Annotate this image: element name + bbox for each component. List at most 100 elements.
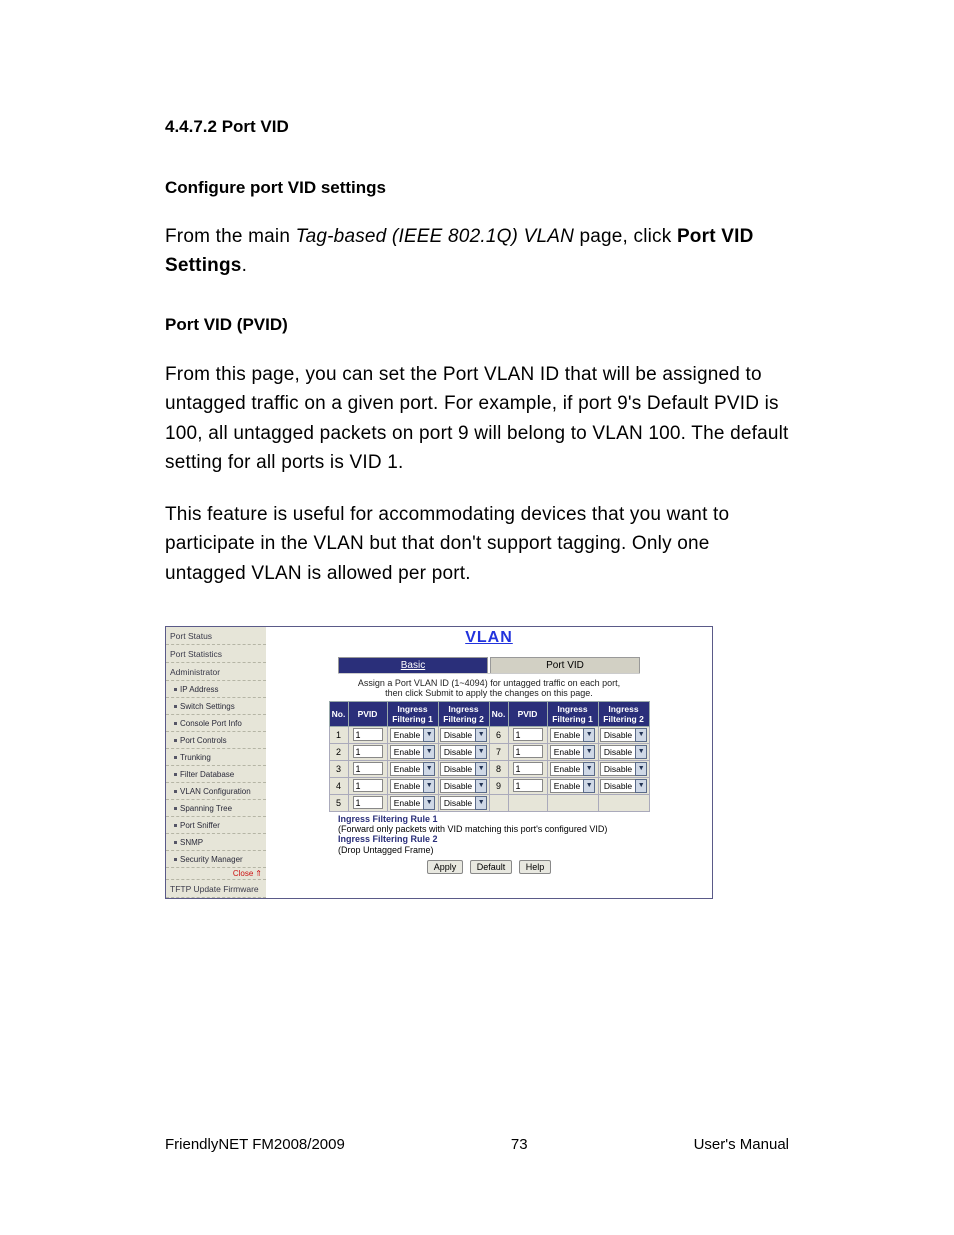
select-value: Disable [600,762,635,776]
tab-port-vid[interactable]: Port VID [490,657,640,673]
sidebar-item-label: Spanning Tree [180,804,232,813]
if1-select[interactable]: Enable▼ [550,745,595,759]
if1-select[interactable]: Enable▼ [550,779,595,793]
if2-select[interactable]: Disable▼ [440,762,487,776]
cell-no: 2 [329,743,348,760]
chevron-down-icon: ▼ [583,745,595,759]
col-pvid-b: PVID [508,701,547,726]
select-value: Disable [600,728,635,742]
bullet-icon [174,841,177,844]
pvid-input[interactable] [513,779,543,792]
pvid-input[interactable] [513,728,543,741]
bullet-icon [174,722,177,725]
rule1-desc: (Forward only packets with VID matching … [338,824,607,834]
pvid-input[interactable] [353,745,383,758]
sidebar-item-spanning-tree[interactable]: Spanning Tree [166,800,266,817]
bullet-icon [174,705,177,708]
chevron-down-icon: ▼ [423,745,435,759]
sidebar-item-console-port[interactable]: Console Port Info [166,715,266,732]
if1-select[interactable]: Enable▼ [390,728,435,742]
rule2-title: Ingress Filtering Rule 2 [338,834,438,844]
cell-empty [508,794,547,811]
sidebar-item-switch-settings[interactable]: Switch Settings [166,698,266,715]
bullet-icon [174,858,177,861]
apply-button[interactable]: Apply [427,860,464,874]
if2-select[interactable]: Disable▼ [440,745,487,759]
select-value: Enable [390,728,423,742]
cell-no: 6 [489,726,508,743]
if1-select[interactable]: Enable▼ [390,796,435,810]
sidebar-close[interactable]: Close ⇑ [166,868,266,880]
sidebar-item-trunking[interactable]: Trunking [166,749,266,766]
page-footer: FriendlyNET FM2008/2009 73 User's Manual [165,1136,789,1153]
sidebar-item-label: Console Port Info [180,719,242,728]
pvid-input[interactable] [353,762,383,775]
sidebar-item-administrator[interactable]: Administrator [166,663,266,681]
pvid-input[interactable] [353,779,383,792]
select-value: Enable [390,762,423,776]
sidebar-item-port-statistics[interactable]: Port Statistics [166,645,266,663]
sidebar-item-label: Filter Database [180,770,234,779]
if1-select[interactable]: Enable▼ [390,745,435,759]
paragraph-1: From this page, you can set the Port VLA… [165,360,789,478]
sidebar-item-snmp[interactable]: SNMP [166,834,266,851]
sidebar-item-ip-address[interactable]: IP Address [166,681,266,698]
select-value: Disable [600,779,635,793]
default-button[interactable]: Default [470,860,513,874]
pvid-input[interactable] [353,796,383,809]
if2-select[interactable]: Disable▼ [600,762,647,776]
footer-center: 73 [511,1136,528,1153]
select-value: Enable [390,745,423,759]
chevron-down-icon: ▼ [475,728,487,742]
intro-text-1: From the main [165,226,296,247]
intro-italic: Tag-based (IEEE 802.1Q) VLAN [296,226,574,247]
if2-select[interactable]: Disable▼ [600,728,647,742]
intro-text-2: page, click [574,226,677,247]
button-row: Apply Default Help [270,857,708,875]
sidebar-item-port-sniffer[interactable]: Port Sniffer [166,817,266,834]
chevron-down-icon: ▼ [423,728,435,742]
select-value: Disable [440,728,475,742]
chevron-down-icon: ▼ [583,779,595,793]
bullet-icon [174,790,177,793]
bullet-icon [174,756,177,759]
section-heading: 4.4.7.2 Port VID [165,115,789,139]
select-value: Disable [600,745,635,759]
if1-select[interactable]: Enable▼ [550,762,595,776]
select-value: Enable [390,779,423,793]
pvid-input[interactable] [353,728,383,741]
sidebar-item-port-status[interactable]: Port Status [166,627,266,645]
tab-basic[interactable]: Basic [338,657,488,673]
col-if1-b: Ingress Filtering 1 [547,701,598,726]
bullet-icon [174,739,177,742]
if2-select[interactable]: Disable▼ [440,728,487,742]
if1-select[interactable]: Enable▼ [550,728,595,742]
sidebar-item-port-controls[interactable]: Port Controls [166,732,266,749]
if2-select[interactable]: Disable▼ [440,796,487,810]
table-row: 2 Enable▼ Disable▼ 7 Enable▼ Disable▼ [329,743,649,760]
sidebar-item-backup[interactable]: Configuration Backup [166,898,266,899]
cell-empty [547,794,598,811]
chevron-down-icon: ▼ [423,762,435,776]
instruction-text: Assign a Port VLAN ID (1~4094) for untag… [270,678,708,699]
sidebar-item-filter-database[interactable]: Filter Database [166,766,266,783]
cell-no: 1 [329,726,348,743]
sidebar-item-tftp[interactable]: TFTP Update Firmware [166,880,266,898]
sidebar-item-label: VLAN Configuration [180,787,251,796]
pvid-input[interactable] [513,762,543,775]
pvid-input[interactable] [513,745,543,758]
content-area: VLAN Basic Port VID Assign a Port VLAN I… [266,627,712,898]
sidebar-item-label: Port Controls [180,736,227,745]
if2-select[interactable]: Disable▼ [440,779,487,793]
rule1-title: Ingress Filtering Rule 1 [338,814,438,824]
rule2-desc: (Drop Untagged Frame) [338,845,434,855]
help-button[interactable]: Help [519,860,552,874]
bullet-icon [174,688,177,691]
if1-select[interactable]: Enable▼ [390,762,435,776]
if1-select[interactable]: Enable▼ [390,779,435,793]
if2-select[interactable]: Disable▼ [600,745,647,759]
sidebar-item-security-manager[interactable]: Security Manager [166,851,266,868]
if2-select[interactable]: Disable▼ [600,779,647,793]
sidebar-item-vlan-config[interactable]: VLAN Configuration [166,783,266,800]
instr-line-1: Assign a Port VLAN ID (1~4094) for untag… [358,678,620,688]
